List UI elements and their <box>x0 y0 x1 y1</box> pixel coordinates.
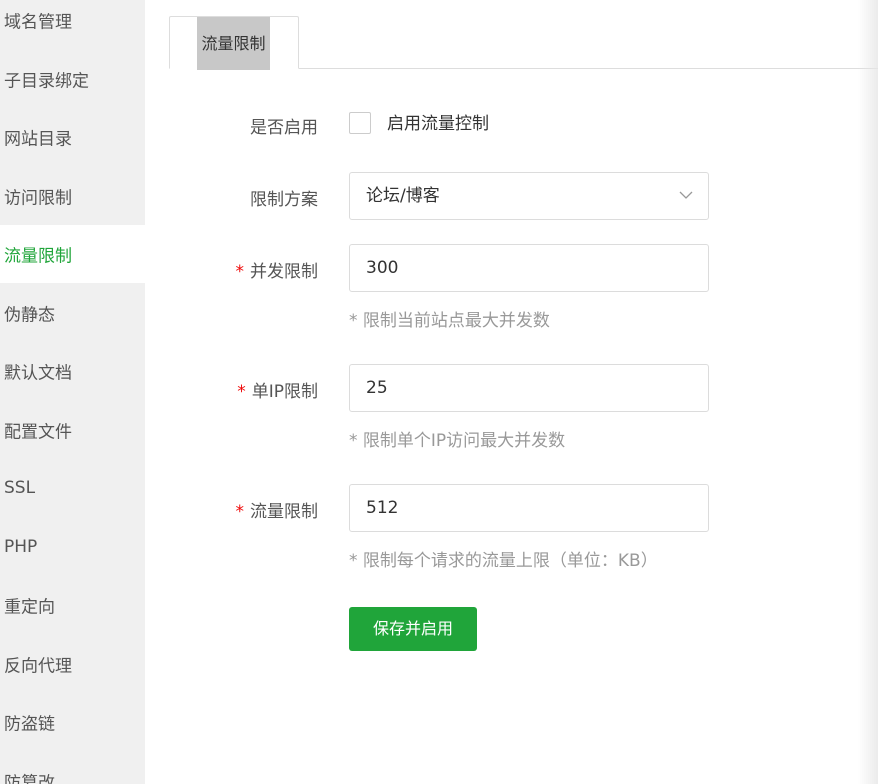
per-ip-hint: * 限制单个IP访问最大并发数 <box>349 431 566 451</box>
enable-traffic-control-checkbox[interactable] <box>349 112 371 134</box>
sidebar-item-default-doc[interactable]: 默认文档 <box>0 342 145 400</box>
concurrency-value: 300 <box>366 258 399 278</box>
required-mark: * <box>235 502 245 522</box>
traffic-value: 512 <box>366 498 399 518</box>
scheme-select[interactable]: 论坛/博客 <box>349 172 709 220</box>
site-settings-panel: 域名管理 子目录绑定 网站目录 访问限制 流量限制 伪静态 默认文档 配置文件 … <box>0 0 878 784</box>
per-ip-label: * 单IP限制 <box>237 382 318 402</box>
sidebar-item-access-limit[interactable]: 访问限制 <box>0 167 145 225</box>
sidebar-item-rewrite[interactable]: 伪静态 <box>0 284 145 342</box>
sidebar-item-tamper-proof[interactable]: 防篡改 <box>0 752 145 784</box>
required-mark: * <box>235 262 245 282</box>
sidebar: 域名管理 子目录绑定 网站目录 访问限制 流量限制 伪静态 默认文档 配置文件 … <box>0 0 145 784</box>
sidebar-item-hotlink[interactable]: 防盗链 <box>0 693 145 751</box>
concurrency-label: * 并发限制 <box>235 262 319 282</box>
save-and-enable-button[interactable]: 保存并启用 <box>349 607 477 651</box>
per-ip-input[interactable]: 25 <box>349 364 709 412</box>
traffic-input[interactable]: 512 <box>349 484 709 532</box>
concurrency-input[interactable]: 300 <box>349 244 709 292</box>
per-ip-value: 25 <box>366 378 388 398</box>
sidebar-item-php[interactable]: PHP <box>0 518 145 576</box>
tab-traffic-limit[interactable]: 流量限制 <box>169 16 299 70</box>
scroll-edge-shadow <box>858 0 878 784</box>
sidebar-item-domain[interactable]: 域名管理 <box>0 0 145 49</box>
scheme-label: 限制方案 <box>250 190 318 210</box>
scheme-selected-value: 论坛/博客 <box>366 186 440 206</box>
sidebar-item-redirect[interactable]: 重定向 <box>0 576 145 634</box>
traffic-label: * 流量限制 <box>235 502 319 522</box>
sidebar-item-site-dir[interactable]: 网站目录 <box>0 108 145 166</box>
required-mark: * <box>237 382 246 402</box>
chevron-down-icon <box>679 191 693 199</box>
sidebar-item-subdir-binding[interactable]: 子目录绑定 <box>0 50 145 108</box>
sidebar-item-reverse-proxy[interactable]: 反向代理 <box>0 635 145 693</box>
concurrency-hint: * 限制当前站点最大并发数 <box>349 311 550 331</box>
sidebar-item-ssl[interactable]: SSL <box>0 459 145 517</box>
enable-traffic-control-label[interactable]: 启用流量控制 <box>387 112 489 136</box>
sidebar-item-traffic-limit[interactable]: 流量限制 <box>0 225 145 283</box>
tab-label: 流量限制 <box>197 17 270 70</box>
sidebar-item-config-file[interactable]: 配置文件 <box>0 401 145 459</box>
traffic-hint: * 限制每个请求的流量上限（单位：KB） <box>349 551 658 571</box>
enable-label: 是否启用 <box>250 118 318 138</box>
